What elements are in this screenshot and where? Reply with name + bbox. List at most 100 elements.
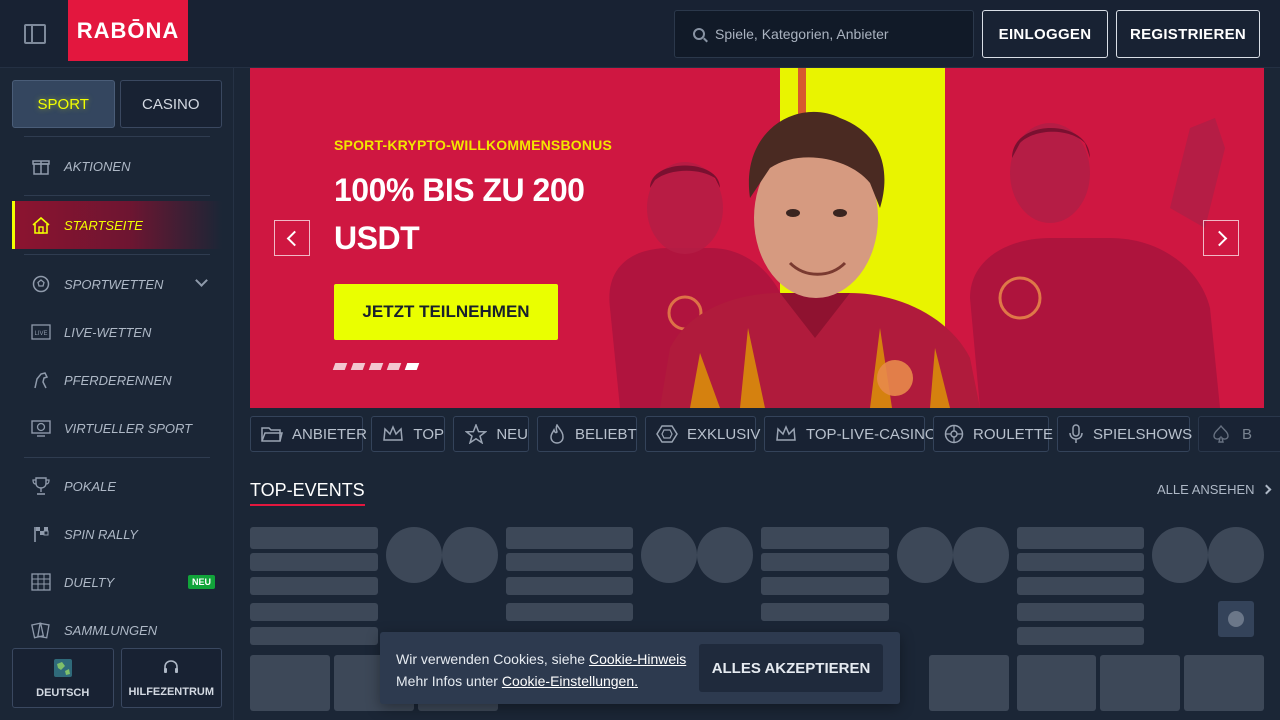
skeleton-bar [1017, 577, 1144, 595]
skeleton-tile [929, 655, 1009, 711]
sidebar-item-spin-rally[interactable]: SPIN RALLY [12, 510, 222, 558]
sidebar-item-label: LIVE-WETTEN [64, 324, 152, 340]
language-button[interactable]: DEUTSCH [12, 648, 114, 708]
cookie-settings-link[interactable]: Cookie-Einstellungen. [502, 673, 638, 689]
tab-sport[interactable]: SPORT [12, 80, 115, 128]
sidebar-item-live-wetten[interactable]: LIVE LIVE-WETTEN [12, 308, 222, 356]
gift-icon [30, 156, 52, 176]
trophy-icon [30, 476, 52, 496]
category-label: EXKLUSIV [687, 425, 761, 443]
skeleton-bar [1017, 627, 1144, 645]
skeleton-circle [386, 527, 442, 583]
category-top[interactable]: TOP [371, 416, 445, 452]
cards-icon [30, 620, 52, 640]
microphone-icon [1068, 423, 1084, 445]
star-icon [464, 423, 487, 445]
see-all-label: ALLE ANSEHEN [1157, 482, 1255, 497]
promo-banner[interactable]: SPORT-KRYPTO-WILLKOMMENSBONUS 100% BIS Z… [250, 68, 1264, 408]
search-icon [693, 28, 705, 40]
see-all-link[interactable]: ALLE ANSEHEN [1157, 482, 1271, 497]
slide-indicator[interactable] [332, 363, 348, 370]
floating-action-button[interactable] [1218, 601, 1254, 637]
sidebar-item-label: AKTIONEN [64, 158, 131, 174]
skeleton-bar [250, 527, 378, 549]
sidebar-item-label: POKALE [64, 478, 117, 494]
globe-icon [53, 658, 73, 681]
sidebar-item-pokale[interactable]: POKALE [12, 462, 222, 510]
duel-icon [30, 572, 52, 592]
skeleton-bar [761, 527, 889, 549]
diamond-icon [656, 423, 678, 445]
register-button[interactable]: REGISTRIEREN [1116, 10, 1260, 58]
category-label: NEU [496, 425, 528, 443]
sidebar-item-sammlungen[interactable]: SAMMLUNGEN [12, 606, 222, 654]
player-illustration-center [660, 111, 980, 408]
top-events-title: TOP-EVENTS [250, 480, 365, 506]
category-roulette[interactable]: ROULETTE [933, 416, 1053, 452]
folder-icon [261, 423, 283, 445]
carousel-next-icon[interactable] [1203, 220, 1239, 256]
new-badge: NEU [188, 575, 216, 589]
slide-indicators [332, 363, 420, 370]
skeleton-tile [1100, 655, 1180, 711]
sidebar-item-label: SPORTWETTEN [64, 276, 164, 292]
flame-icon [548, 423, 566, 445]
sidebar-item-sportwetten[interactable]: SPORTWETTEN [12, 260, 222, 308]
category-exklusiv[interactable]: EXKLUSIV [645, 416, 760, 452]
category-more[interactable]: B [1198, 416, 1280, 452]
accept-all-cookies-button[interactable]: ALLES AKZEPTIEREN [699, 644, 883, 692]
login-button[interactable]: EINLOGGEN [982, 10, 1108, 58]
skeleton-circle [953, 527, 1009, 583]
horse-icon [30, 370, 52, 390]
sidebar-item-aktionen[interactable]: AKTIONEN [12, 142, 222, 190]
category-spielshows[interactable]: SPIELSHOWS [1057, 416, 1192, 452]
skeleton-bar [761, 577, 889, 595]
sidebar-item-label: SAMMLUNGEN [64, 622, 158, 638]
virtual-sport-icon [30, 418, 52, 438]
cookie-notice-link[interactable]: Cookie-Hinweis [589, 651, 686, 667]
sidebar-divider [24, 254, 210, 255]
home-icon [30, 215, 52, 235]
crown-icon [775, 423, 797, 445]
sidebar-item-duelty[interactable]: DUELTY NEU [12, 558, 222, 606]
promo-title: 100% BIS ZU 200 USDT [334, 172, 585, 256]
sidebar-divider [24, 195, 210, 196]
sidebar-item-startseite[interactable]: STARTSEITE [12, 201, 222, 249]
skeleton-bar [506, 553, 633, 571]
category-label: ANBIETER [292, 425, 368, 443]
logo[interactable]: RABŌNA [68, 0, 188, 61]
sidebar-item-virtueller-sport[interactable]: VIRTUELLER SPORT [12, 404, 222, 452]
cookie-line-2-text: Mehr Infos unter [396, 673, 502, 689]
headset-icon [162, 659, 180, 680]
join-now-button[interactable]: JETZT TEILNEHMEN [334, 284, 558, 340]
help-center-button[interactable]: HILFEZENTRUM [120, 648, 222, 708]
category-label: ROULETTE [973, 425, 1054, 443]
cookie-line-1: Wir verwenden Cookies, siehe Cookie-Hinw… [396, 648, 686, 670]
search-input[interactable] [715, 26, 955, 42]
sidebar: SPORT CASINO AKTIONEN STARTSEITE SPORTWE… [0, 68, 234, 720]
skeleton-bar [761, 603, 889, 621]
slide-indicator[interactable] [386, 363, 402, 370]
spade-icon [1209, 423, 1233, 445]
chevron-down-icon[interactable] [195, 274, 208, 287]
sidebar-divider [24, 457, 210, 458]
fab-dot-icon [1228, 611, 1244, 627]
sidebar-toggle-icon[interactable] [24, 24, 46, 44]
slide-indicator[interactable] [350, 363, 366, 370]
tab-casino[interactable]: CASINO [119, 80, 222, 128]
slide-indicator-active[interactable] [404, 363, 420, 370]
skeleton-bar [250, 603, 378, 621]
category-beliebt[interactable]: BELIEBT [537, 416, 637, 452]
carousel-prev-icon[interactable] [274, 220, 310, 256]
help-center-label: HILFEZENTRUM [128, 685, 215, 698]
category-neu[interactable]: NEU [453, 416, 529, 452]
slide-indicator[interactable] [368, 363, 384, 370]
promo-label: SPORT-KRYPTO-WILLKOMMENSBONUS [334, 137, 613, 153]
sidebar-item-pferderennen[interactable]: PFERDERENNEN [12, 356, 222, 404]
category-anbieter[interactable]: ANBIETER [250, 416, 367, 452]
racing-flag-icon [30, 524, 52, 544]
skeleton-bar [761, 553, 889, 571]
category-label: TOP-LIVE-CASINO [806, 425, 937, 443]
category-top-live-casino[interactable]: TOP-LIVE-CASINO [764, 416, 937, 452]
search-box[interactable] [674, 10, 974, 58]
